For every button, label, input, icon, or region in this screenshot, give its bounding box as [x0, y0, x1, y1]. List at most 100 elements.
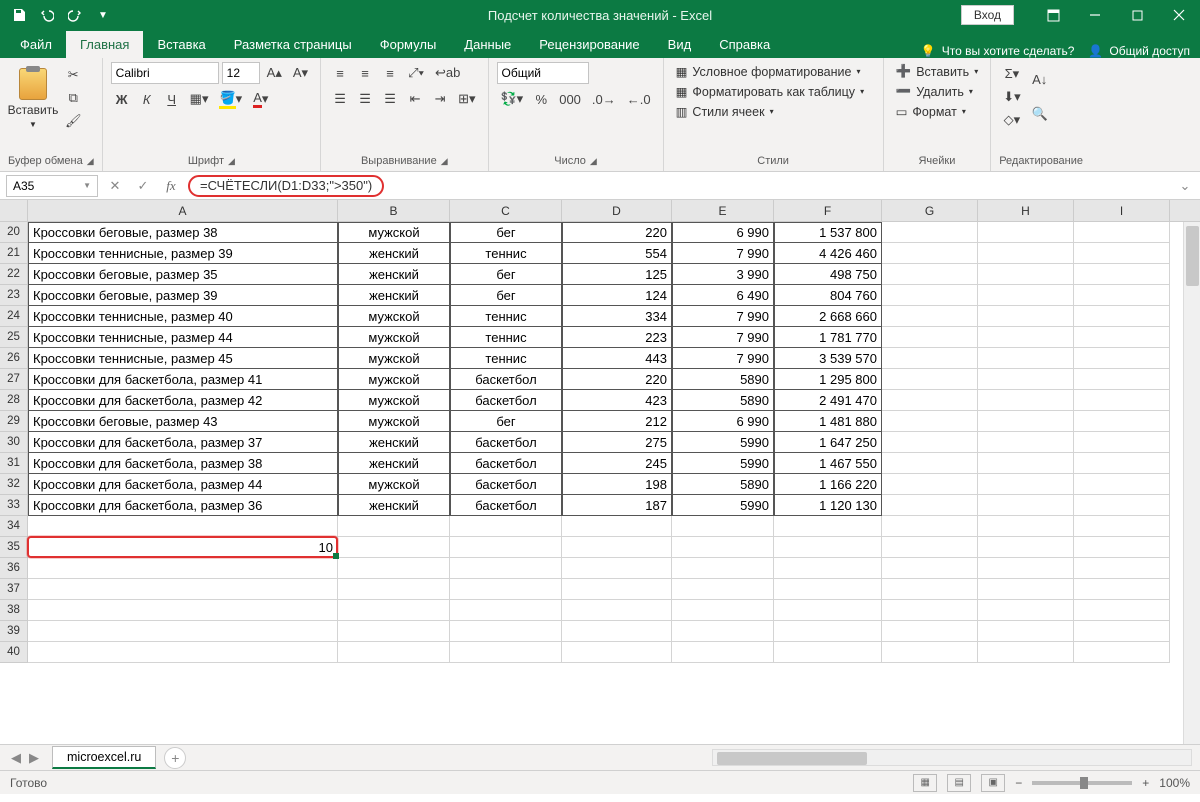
cell-D26[interactable]: 443 — [562, 348, 672, 369]
cell-H23[interactable] — [978, 285, 1074, 306]
cell-E24[interactable]: 7 990 — [672, 306, 774, 327]
cell-G33[interactable] — [882, 495, 978, 516]
cell-F38[interactable] — [774, 600, 882, 621]
cell-I30[interactable] — [1074, 432, 1170, 453]
ribbon-tab-вставка[interactable]: Вставка — [143, 31, 219, 58]
cell-E26[interactable]: 7 990 — [672, 348, 774, 369]
cell-D28[interactable]: 423 — [562, 390, 672, 411]
cell-G39[interactable] — [882, 621, 978, 642]
cell-G31[interactable] — [882, 453, 978, 474]
row-header-26[interactable]: 26 — [0, 348, 28, 369]
cell-H30[interactable] — [978, 432, 1074, 453]
cell-F37[interactable] — [774, 579, 882, 600]
cell-G40[interactable] — [882, 642, 978, 663]
cell-B32[interactable]: мужской — [338, 474, 450, 495]
cell-B30[interactable]: женский — [338, 432, 450, 453]
cell-C35[interactable] — [450, 537, 562, 558]
cell-F31[interactable]: 1 467 550 — [774, 453, 882, 474]
cell-D20[interactable]: 220 — [562, 222, 672, 243]
cell-C31[interactable]: баскетбол — [450, 453, 562, 474]
cell-E39[interactable] — [672, 621, 774, 642]
cell-H26[interactable] — [978, 348, 1074, 369]
format-painter-icon[interactable]: 🖌 — [61, 110, 86, 132]
cell-I20[interactable] — [1074, 222, 1170, 243]
cell-G35[interactable] — [882, 537, 978, 558]
cell-D31[interactable]: 245 — [562, 453, 672, 474]
sheet-tab-active[interactable]: microexcel.ru — [52, 746, 156, 769]
cell-F24[interactable]: 2 668 660 — [774, 306, 882, 327]
cell-B23[interactable]: женский — [338, 285, 450, 306]
zoom-slider[interactable] — [1032, 781, 1132, 785]
add-sheet-icon[interactable]: + — [164, 747, 186, 769]
number-format-select[interactable] — [497, 62, 589, 84]
cell-E23[interactable]: 6 490 — [672, 285, 774, 306]
cell-D25[interactable]: 223 — [562, 327, 672, 348]
cell-H34[interactable] — [978, 516, 1074, 537]
row-header-34[interactable]: 34 — [0, 516, 28, 537]
column-header-A[interactable]: A — [28, 200, 338, 221]
column-header-I[interactable]: I — [1074, 200, 1170, 221]
column-header-G[interactable]: G — [882, 200, 978, 221]
cell-I21[interactable] — [1074, 243, 1170, 264]
bold-button[interactable]: Ж — [111, 88, 133, 110]
increase-decimal-icon[interactable]: .0→ — [588, 88, 620, 110]
cell-E21[interactable]: 7 990 — [672, 243, 774, 264]
accounting-format-icon[interactable]: 💱▾ — [497, 88, 528, 110]
cell-B25[interactable]: мужской — [338, 327, 450, 348]
cell-H38[interactable] — [978, 600, 1074, 621]
cell-E38[interactable] — [672, 600, 774, 621]
decrease-font-icon[interactable]: A▾ — [289, 62, 312, 84]
ribbon-tab-справка[interactable]: Справка — [705, 31, 784, 58]
cell-H36[interactable] — [978, 558, 1074, 579]
decrease-indent-icon[interactable]: ⇤ — [404, 88, 426, 110]
cell-I26[interactable] — [1074, 348, 1170, 369]
insert-function-icon[interactable]: fx — [160, 175, 182, 197]
cell-G32[interactable] — [882, 474, 978, 495]
cancel-formula-icon[interactable]: ✕ — [104, 175, 126, 197]
cell-D22[interactable]: 125 — [562, 264, 672, 285]
zoom-level[interactable]: 100% — [1159, 776, 1190, 790]
cell-B28[interactable]: мужской — [338, 390, 450, 411]
cell-F32[interactable]: 1 166 220 — [774, 474, 882, 495]
minimize-icon[interactable] — [1074, 0, 1116, 30]
cell-I27[interactable] — [1074, 369, 1170, 390]
cell-A25[interactable]: Кроссовки теннисные, размер 44 — [28, 327, 338, 348]
cell-I29[interactable] — [1074, 411, 1170, 432]
cell-C24[interactable]: теннис — [450, 306, 562, 327]
cell-C32[interactable]: баскетбол — [450, 474, 562, 495]
cell-C20[interactable]: бег — [450, 222, 562, 243]
column-header-H[interactable]: H — [978, 200, 1074, 221]
tell-me[interactable]: 💡 Что вы хотите сделать? — [921, 44, 1075, 58]
cell-D39[interactable] — [562, 621, 672, 642]
cell-H25[interactable] — [978, 327, 1074, 348]
cell-F36[interactable] — [774, 558, 882, 579]
cell-H35[interactable] — [978, 537, 1074, 558]
cell-H29[interactable] — [978, 411, 1074, 432]
sheet-prev-icon[interactable]: ◀ — [8, 750, 24, 766]
ribbon-tab-вид[interactable]: Вид — [654, 31, 706, 58]
cell-F23[interactable]: 804 760 — [774, 285, 882, 306]
align-left-icon[interactable]: ☰ — [329, 88, 351, 110]
cut-icon[interactable]: ✂ — [61, 64, 86, 86]
row-header-39[interactable]: 39 — [0, 621, 28, 642]
cell-B29[interactable]: мужской — [338, 411, 450, 432]
column-header-C[interactable]: C — [450, 200, 562, 221]
cell-G20[interactable] — [882, 222, 978, 243]
page-break-view-icon[interactable]: ▣ — [981, 774, 1005, 792]
cell-I36[interactable] — [1074, 558, 1170, 579]
cell-E34[interactable] — [672, 516, 774, 537]
cell-F25[interactable]: 1 781 770 — [774, 327, 882, 348]
cell-A37[interactable] — [28, 579, 338, 600]
dialog-launcher-icon[interactable]: ◢ — [441, 156, 448, 167]
maximize-icon[interactable] — [1116, 0, 1158, 30]
cell-A28[interactable]: Кроссовки для баскетбола, размер 42 — [28, 390, 338, 411]
cell-C21[interactable]: теннис — [450, 243, 562, 264]
cell-B26[interactable]: мужской — [338, 348, 450, 369]
cell-E36[interactable] — [672, 558, 774, 579]
column-header-B[interactable]: B — [338, 200, 450, 221]
share-button[interactable]: 👤 Общий доступ — [1088, 44, 1190, 58]
insert-cells-button[interactable]: ➕Вставить▾ — [892, 62, 983, 81]
cell-B24[interactable]: мужской — [338, 306, 450, 327]
cell-A39[interactable] — [28, 621, 338, 642]
cell-G36[interactable] — [882, 558, 978, 579]
